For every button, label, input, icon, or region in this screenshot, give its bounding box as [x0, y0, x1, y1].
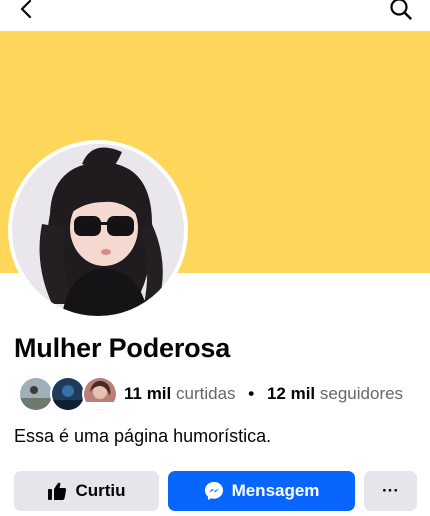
message-button[interactable]: Mensagem [168, 471, 355, 511]
follower-avatars [18, 376, 122, 412]
followers-count: 12 mil [266, 384, 316, 403]
top-bar [0, 0, 430, 30]
followers-label: seguidores [319, 384, 404, 403]
likes-label: curtidas [176, 384, 236, 403]
message-label: Mensagem [231, 481, 320, 500]
follower-avatar [50, 376, 86, 412]
more-options-button[interactable]: ··· [364, 471, 417, 511]
more-icon: ··· [382, 481, 399, 500]
page-title: Mulher Poderosa [14, 333, 231, 363]
search-icon [390, 0, 412, 20]
follower-avatar [82, 376, 118, 412]
stats-row[interactable]: 11 mil curtidas • 12 mil seguidores [18, 375, 403, 413]
liked-label: Curtiu [75, 481, 126, 500]
likes-count: 11 mil [124, 384, 172, 403]
page-bio: Essa é uma página humorística. [14, 426, 272, 446]
thumbs-up-icon [48, 482, 67, 500]
stats-text: 11 mil curtidas • 12 mil seguidores [124, 384, 403, 404]
search-button[interactable] [386, 0, 416, 24]
follower-avatar [18, 376, 54, 412]
back-button[interactable] [12, 0, 42, 24]
avatar-illustration [12, 144, 184, 316]
liked-button[interactable]: Curtiu [14, 471, 159, 511]
separator: • [248, 384, 255, 403]
chevron-left-icon [20, 0, 32, 19]
avatar [12, 144, 184, 316]
profile-picture[interactable] [8, 140, 188, 320]
messenger-icon [204, 482, 223, 500]
